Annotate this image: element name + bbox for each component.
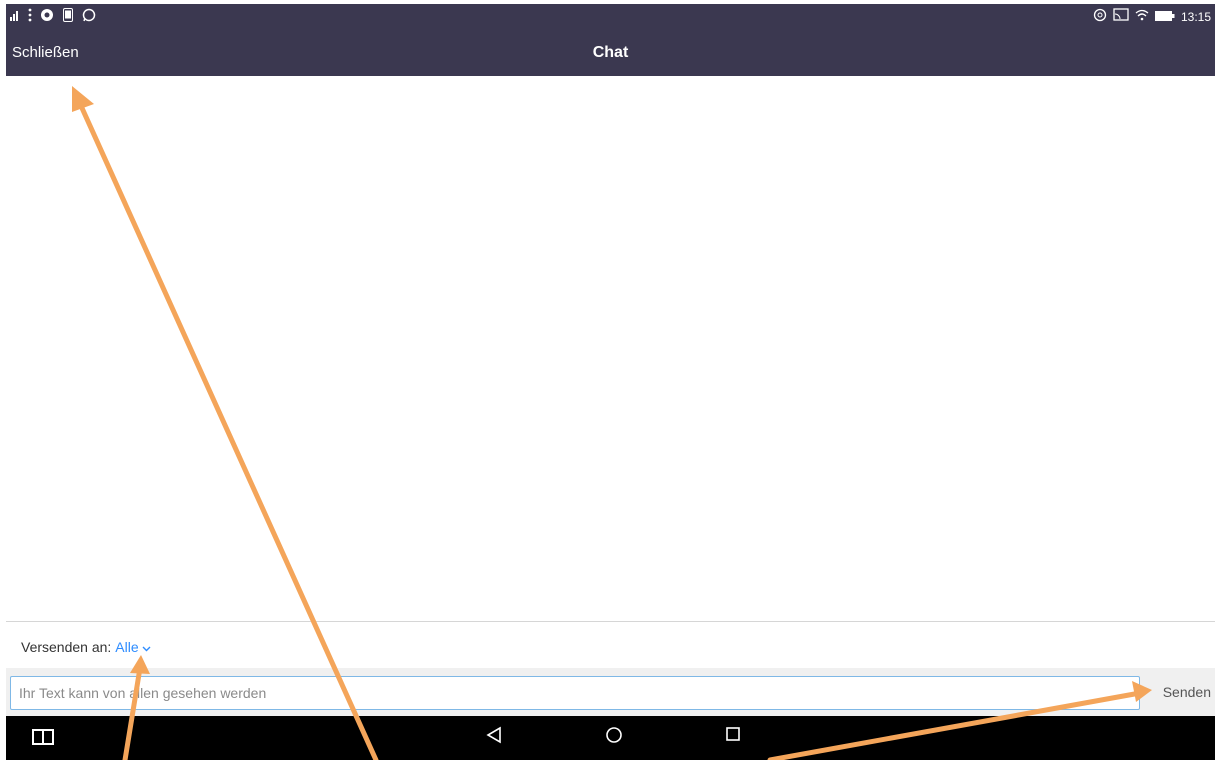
phone-icon bbox=[62, 8, 74, 25]
settings-gear-icon bbox=[40, 8, 54, 25]
composer-row: Senden bbox=[6, 668, 1215, 716]
recipient-dropdown[interactable]: Alle bbox=[115, 639, 151, 655]
recipient-value: Alle bbox=[115, 639, 139, 655]
wifi-icon bbox=[1135, 9, 1149, 24]
message-input[interactable] bbox=[10, 676, 1140, 710]
multi-window-icon[interactable] bbox=[32, 729, 54, 750]
status-time: 13:15 bbox=[1180, 9, 1211, 24]
status-bar: 13:15 bbox=[6, 4, 1215, 28]
more-vert-icon bbox=[28, 8, 32, 25]
page-title: Chat bbox=[592, 44, 629, 61]
send-button[interactable]: Senden bbox=[1163, 684, 1211, 700]
app-bar: Schließen Chat bbox=[6, 28, 1215, 76]
recents-icon[interactable] bbox=[725, 726, 741, 747]
whatsapp-icon bbox=[82, 8, 96, 25]
back-icon[interactable] bbox=[486, 726, 502, 749]
copyright-icon bbox=[1093, 8, 1107, 25]
cast-icon bbox=[1113, 8, 1129, 25]
chat-message-list bbox=[6, 76, 1215, 621]
app-window: 13:15 Schließen Chat Versenden an: Alle … bbox=[6, 4, 1215, 760]
home-icon[interactable] bbox=[605, 726, 623, 749]
chevron-down-icon bbox=[142, 639, 151, 655]
battery-icon bbox=[1154, 10, 1175, 24]
divider bbox=[6, 621, 1215, 622]
recipient-row: Versenden an: Alle bbox=[21, 639, 151, 655]
send-to-label: Versenden an: bbox=[21, 639, 112, 655]
android-nav-bar bbox=[6, 716, 1215, 760]
signal-icon bbox=[10, 9, 20, 24]
